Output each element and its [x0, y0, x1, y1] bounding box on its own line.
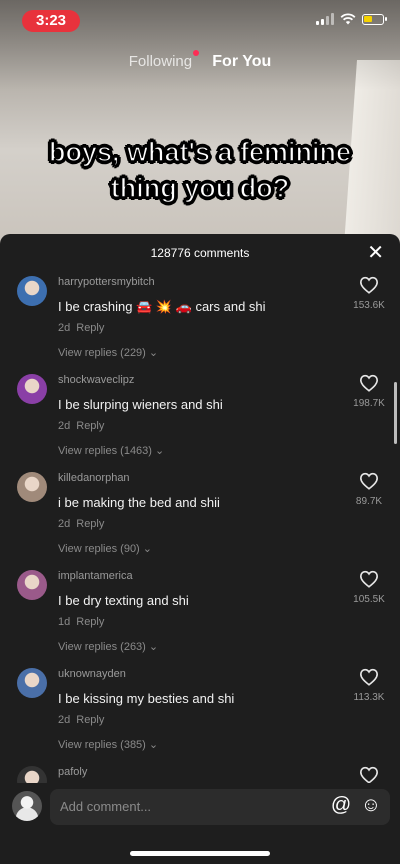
my-avatar: [12, 791, 42, 821]
comment-text: i be making the bed and shii: [58, 495, 220, 510]
tab-following-label: Following: [128, 53, 193, 70]
reply-button[interactable]: Reply: [76, 714, 104, 726]
comment-text: I be kissing my besties and shi: [58, 691, 235, 706]
heart-icon: [359, 668, 379, 690]
comment-input[interactable]: Add comment... @ ☺: [50, 789, 390, 825]
comment-text: I be dry texting and shi: [58, 593, 189, 608]
view-replies-button[interactable]: View replies (90) ⌄: [58, 542, 152, 555]
comment-username[interactable]: shockwaveclipz: [58, 374, 134, 386]
heart-icon: [359, 472, 379, 494]
comment-age: 2d: [58, 518, 71, 530]
caption-line-2: thing you do?: [110, 172, 290, 204]
reply-button[interactable]: Reply: [76, 518, 104, 530]
comment-input-bar: Add comment... @ ☺: [0, 783, 400, 831]
comment-meta: 2d Reply: [58, 518, 104, 530]
notification-dot: [193, 50, 200, 56]
view-replies-button[interactable]: View replies (263) ⌄: [58, 640, 158, 653]
comment-text: I be slurping wieners and shi: [58, 397, 223, 412]
comment-item[interactable]: implantamerica I be dry texting and shi 1d…: [0, 566, 400, 664]
commenter-avatar[interactable]: [17, 276, 47, 306]
status-time: 3:23: [22, 10, 80, 32]
tab-following[interactable]: Following: [128, 50, 200, 70]
comment-username[interactable]: implantamerica: [58, 570, 133, 582]
comment-age: 2d: [58, 322, 71, 334]
comment-item[interactable]: uknownayden I be kissing my besties and s…: [0, 664, 400, 762]
comments-header: 128776 comments ✕: [0, 234, 400, 272]
comment-username[interactable]: harrypottersmybitch: [58, 276, 155, 288]
comment-meta: 2d Reply: [58, 714, 104, 726]
like-count: 105.5K: [353, 594, 385, 605]
scrollbar[interactable]: [394, 382, 397, 444]
wifi-icon: [340, 13, 356, 25]
comment-username[interactable]: pafoly: [58, 766, 87, 778]
like-count: 113.3K: [353, 692, 385, 703]
comment-item[interactable]: killedanorphan i be making the bed and sh…: [0, 468, 400, 566]
heart-icon: [359, 276, 379, 298]
comment-meta: 1d Reply: [58, 616, 104, 628]
comment-meta: 2d Reply: [58, 322, 104, 334]
like-count: 89.7K: [355, 496, 383, 507]
reply-button[interactable]: Reply: [76, 322, 104, 334]
home-indicator[interactable]: [130, 851, 270, 856]
view-replies-button[interactable]: View replies (385) ⌄: [58, 738, 158, 751]
mention-icon[interactable]: @: [330, 794, 352, 816]
caption-line-1: boys, what's a feminine: [48, 136, 352, 168]
like-button[interactable]: 198.7K: [344, 374, 394, 409]
like-button[interactable]: 105.5K: [344, 570, 394, 605]
close-comments-button[interactable]: ✕: [367, 234, 384, 272]
battery-icon: [362, 13, 387, 25]
view-replies-button[interactable]: View replies (1463) ⌄: [58, 444, 164, 457]
like-button[interactable]: 113.3K: [344, 668, 394, 703]
feed-tabs: Following For You: [0, 50, 400, 71]
commenter-avatar[interactable]: [17, 570, 47, 600]
comment-item[interactable]: shockwaveclipz I be slurping wieners and …: [0, 370, 400, 468]
heart-icon: [359, 374, 379, 396]
comment-item[interactable]: harrypottersmybitch I be crashing 🚘 💥 🚗 c…: [0, 272, 400, 370]
comment-age: 2d: [58, 714, 71, 726]
video-caption: boys, what's a feminine thing you do?: [0, 134, 400, 206]
comment-text: I be crashing 🚘 💥 🚗 cars and shi: [58, 299, 266, 314]
comment-meta: 2d Reply: [58, 420, 104, 432]
comments-count: 128776 comments: [150, 246, 250, 260]
like-count: 198.7K: [353, 398, 385, 409]
like-count: 153.6K: [353, 300, 385, 311]
like-button[interactable]: 89.7K: [344, 472, 394, 507]
status-bar: 3:23: [0, 0, 400, 40]
like-button[interactable]: 153.6K: [344, 276, 394, 311]
comment-age: 1d: [58, 616, 71, 628]
signal-icon: [316, 13, 334, 25]
view-replies-button[interactable]: View replies (229) ⌄: [58, 346, 158, 359]
status-icons: [316, 13, 387, 25]
commenter-avatar[interactable]: [17, 374, 47, 404]
reply-button[interactable]: Reply: [76, 616, 104, 628]
comment-placeholder: Add comment...: [60, 799, 152, 814]
commenter-avatar[interactable]: [17, 668, 47, 698]
reply-button[interactable]: Reply: [76, 420, 104, 432]
commenter-avatar[interactable]: [17, 472, 47, 502]
heart-icon: [359, 570, 379, 592]
comments-sheet: 128776 comments ✕ harrypottersmybitch I b…: [0, 234, 400, 864]
emoji-icon[interactable]: ☺: [360, 794, 382, 816]
comment-username[interactable]: uknownayden: [58, 668, 126, 680]
comment-username[interactable]: killedanorphan: [58, 472, 130, 484]
tab-for-you[interactable]: For You: [212, 53, 271, 70]
comment-age: 2d: [58, 420, 71, 432]
